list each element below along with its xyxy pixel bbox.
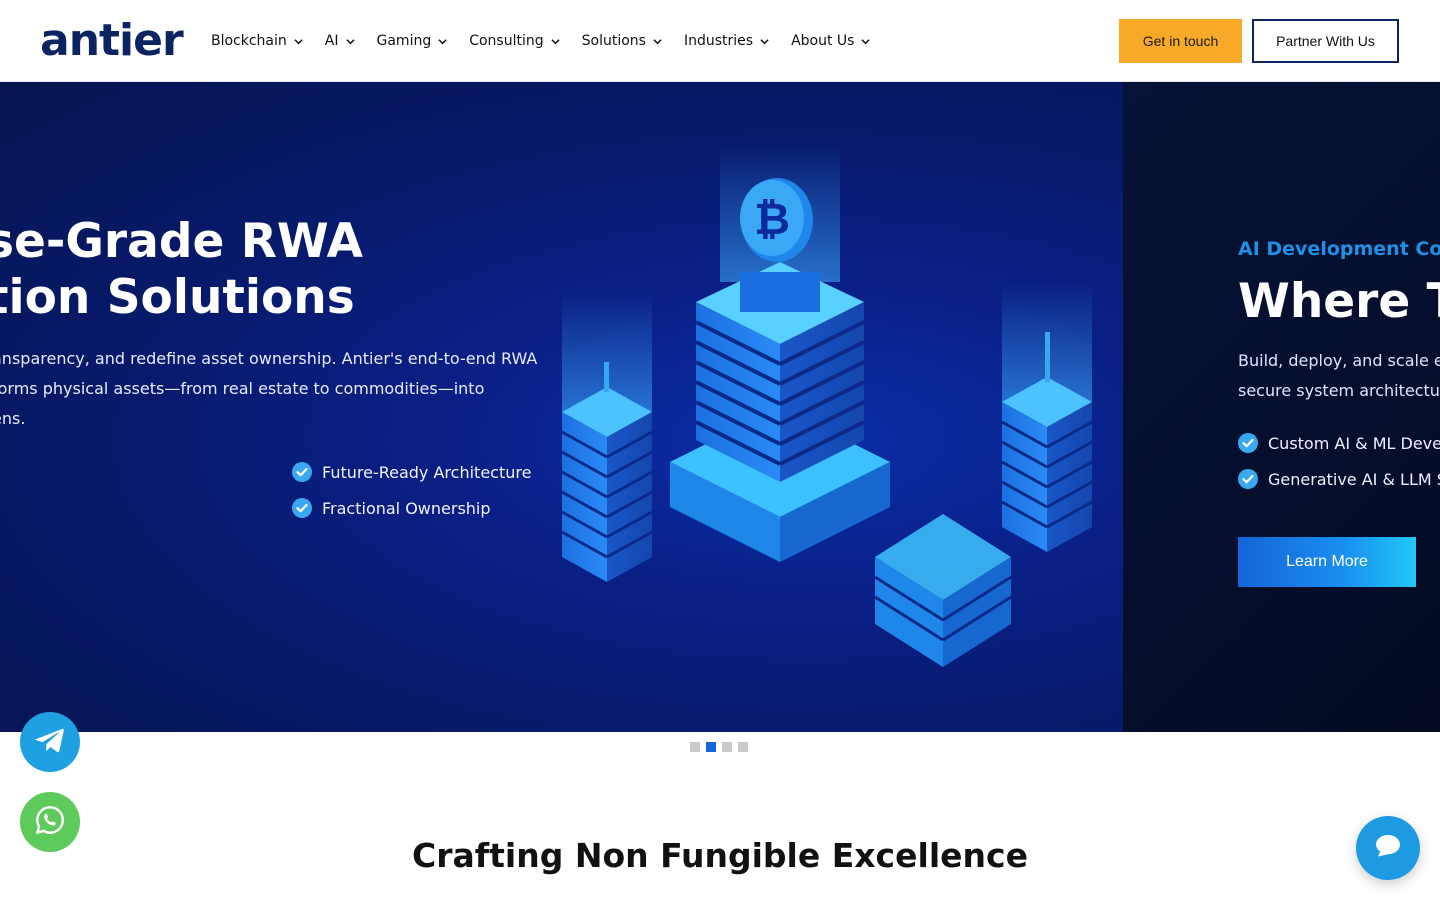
feature-label: Custom AI & ML Develo bbox=[1268, 433, 1440, 453]
get-in-touch-button[interactable]: Get in touch bbox=[1119, 19, 1242, 63]
nav-item-gaming[interactable]: Gaming bbox=[377, 29, 448, 53]
hero-description: ansparency, and redefine asset ownership… bbox=[0, 344, 538, 434]
feature-label: Future-Ready Architecture bbox=[322, 462, 532, 482]
nav-item-consulting[interactable]: Consulting bbox=[469, 29, 560, 53]
check-circle-icon bbox=[1238, 469, 1258, 489]
main-nav: Blockchain AI Gaming Consulting Solution… bbox=[211, 29, 892, 53]
section-title: Crafting Non Fungible Excellence bbox=[412, 836, 1028, 875]
whatsapp-icon bbox=[34, 804, 66, 840]
nav-label: AI bbox=[324, 33, 339, 49]
hero-description-line: forms physical assets—from real estate t… bbox=[0, 379, 485, 398]
nav-item-industries[interactable]: Industries bbox=[684, 29, 769, 53]
hero-title-line: tion Solutions bbox=[0, 270, 355, 325]
check-circle-icon bbox=[1238, 433, 1258, 453]
chevron-down-icon bbox=[345, 37, 355, 46]
feature-item: Future-Ready Architecture bbox=[292, 454, 531, 490]
hero-description-line: ens. bbox=[0, 409, 26, 428]
nav-label: Blockchain bbox=[211, 33, 287, 49]
nav-item-blockchain[interactable]: Blockchain bbox=[211, 29, 303, 53]
slide-description-line: Build, deploy, and scale ent bbox=[1238, 351, 1440, 370]
feature-item: Generative AI & LLM So bbox=[1238, 461, 1440, 497]
nav-label: Consulting bbox=[469, 33, 544, 49]
slider-dot-active[interactable] bbox=[706, 742, 716, 752]
hero-slide-ai: AI Development Com Where Tr Build, deplo… bbox=[1123, 82, 1440, 732]
slider-pagination bbox=[690, 742, 748, 752]
hero-title: se-Grade RWA tion Solutions bbox=[0, 214, 363, 326]
svg-text:₿: ₿ bbox=[754, 194, 790, 245]
feature-label: Generative AI & LLM So bbox=[1268, 469, 1440, 489]
feature-label: Fractional Ownership bbox=[322, 498, 491, 518]
nav-label: Solutions bbox=[581, 33, 646, 49]
feature-item: Fractional Ownership bbox=[292, 490, 531, 526]
slide-title: Where Tr bbox=[1238, 274, 1440, 329]
bitcoin-city-illustration: ₿ bbox=[561, 142, 1093, 667]
nav-item-solutions[interactable]: Solutions bbox=[582, 29, 662, 53]
partner-with-us-button[interactable]: Partner With Us bbox=[1252, 19, 1399, 63]
chevron-down-icon bbox=[438, 37, 447, 46]
telegram-button[interactable] bbox=[20, 712, 80, 772]
learn-more-button[interactable]: Learn More bbox=[1238, 537, 1416, 587]
site-header: antier Blockchain AI Gaming Consulting S… bbox=[0, 0, 1440, 82]
hero-description-line: ansparency, and redefine asset ownership… bbox=[0, 349, 538, 368]
nav-label: Gaming bbox=[376, 33, 432, 49]
nav-label: Industries bbox=[683, 33, 754, 49]
chevron-down-icon bbox=[760, 37, 769, 46]
chevron-down-icon bbox=[861, 37, 871, 46]
nav-item-ai[interactable]: AI bbox=[325, 29, 355, 53]
hero-feature-list: Future-Ready Architecture Fractional Own… bbox=[292, 454, 531, 526]
slider-dot[interactable] bbox=[738, 742, 748, 752]
chevron-down-icon bbox=[294, 37, 303, 46]
slide-description-line: secure system architecture bbox=[1238, 381, 1440, 400]
hero-slider[interactable]: se-Grade RWA tion Solutions ansparency, … bbox=[0, 82, 1440, 732]
hero-slide-rwa: se-Grade RWA tion Solutions ansparency, … bbox=[0, 82, 1123, 732]
telegram-icon bbox=[33, 723, 67, 761]
slide-feature-list: Custom AI & ML Develo Generative AI & LL… bbox=[1238, 425, 1440, 497]
slide-eyebrow: AI Development Com bbox=[1238, 238, 1440, 260]
check-circle-icon bbox=[292, 462, 312, 482]
logo-wordmark: antier bbox=[40, 15, 184, 66]
feature-item: Custom AI & ML Develo bbox=[1238, 425, 1440, 461]
hero-title-line: se-Grade RWA bbox=[0, 214, 364, 269]
slide-description: Build, deploy, and scale ent secure syst… bbox=[1238, 346, 1440, 406]
slider-dot[interactable] bbox=[722, 742, 732, 752]
slider-dot[interactable] bbox=[690, 742, 700, 752]
chevron-down-icon bbox=[653, 37, 662, 46]
nav-item-about-us[interactable]: About Us bbox=[791, 29, 871, 53]
nav-label: About Us bbox=[791, 33, 855, 49]
chevron-down-icon bbox=[551, 37, 560, 46]
brand-logo[interactable]: antier bbox=[40, 15, 184, 66]
check-circle-icon bbox=[292, 498, 312, 518]
